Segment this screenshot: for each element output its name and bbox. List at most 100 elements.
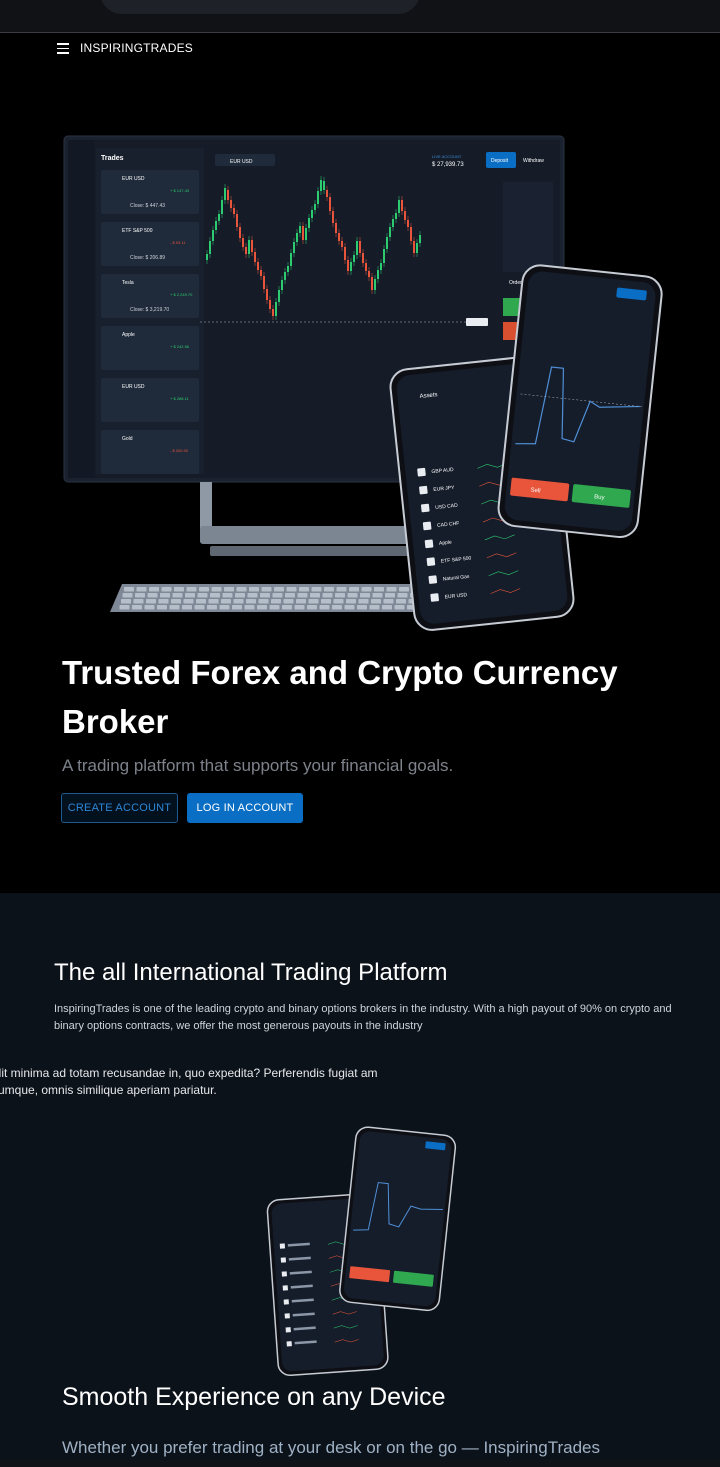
candle-body [245,247,247,254]
candle-body [281,280,283,290]
candle-body [320,180,322,191]
candle-body [269,300,271,309]
login-account-button[interactable]: LOG IN ACCOUNT [187,793,303,823]
candle-body [389,227,391,237]
candle-body [362,253,364,263]
candle-body [401,200,403,211]
candle-body [350,262,352,271]
bottom-bar [0,1460,720,1467]
candle-body [395,213,397,219]
candle-body [257,262,259,270]
candle-body [230,200,232,208]
candle-body [233,208,235,214]
candle-body [227,190,229,200]
lorem-text: elit minima ad totam recusandae in, quo … [0,1066,378,1097]
candle-body [365,263,367,271]
candle-body [209,241,211,254]
candle-body [248,240,250,254]
trade-name: EUR USD [122,176,145,182]
platform-section-title: The all International Trading Platform [54,959,448,986]
candle-body [296,233,298,242]
trade-close: Close: $ 3,219.70 [130,307,169,313]
pair-label: EUR USD [230,159,253,165]
candle-body [338,233,340,241]
candle-body [236,214,238,227]
candle-body [326,190,328,197]
address-pill[interactable] [100,0,420,14]
candle-body [374,279,376,290]
candle-body [332,211,334,223]
candle-body [419,235,421,243]
trade-close: Close: $ 447.43 [130,203,165,209]
trade-value: + $ 147.43 [170,188,190,193]
candle-body [317,191,319,204]
hero-devices-illustration: Trades EUR USD + $ 147.43 Close: $ 447.43 E… [63,135,663,631]
candle-body [410,227,412,241]
trade-value: + $ 288.11 [170,396,189,401]
candle-body [308,218,310,228]
candle-body [278,290,280,302]
candle-body [359,241,361,253]
platform-section: The all International Trading Platform I… [0,893,720,1467]
hamburger-menu-icon[interactable] [57,43,69,54]
deposit-label: Deposit [491,158,509,164]
trade-name: Gold [122,436,133,442]
candle-body [377,270,379,279]
candle-body [347,260,349,271]
order-label: Order [509,280,522,286]
candle-body [311,210,313,218]
phone-chart: Sell Buy [497,264,663,539]
buy-label: Buy [594,494,605,501]
candle-body [386,237,388,249]
candle-body [272,309,274,316]
phones-illustration [266,1126,457,1377]
candle-body [314,204,316,210]
device-section-title: Smooth Experience on any Device [62,1383,446,1411]
hero-title: Trusted Forex and Crypto Currency Broker [62,654,618,740]
trade-value: + $ 242.56 [170,344,190,349]
platform-section-text: InspiringTrades is one of the leading cr… [54,1003,672,1032]
keyboard [110,584,440,612]
candle-body [287,266,289,272]
candle-body [383,249,385,263]
hero-subtitle: A trading platform that supports your fi… [62,756,454,775]
candle-body [215,221,217,230]
brand-logo-text[interactable]: INSPIRINGTRADES [80,41,193,55]
trade-close: Close: $ 206.89 [130,255,165,261]
candle-body [392,219,394,227]
candle-body [344,247,346,260]
candle-body [263,276,265,289]
trade-name: Apple [122,332,135,338]
withdraw-label: Withdraw [523,158,544,164]
trade-value: + $ 2,249.70 [170,292,193,297]
candle-body [206,254,208,260]
balance-value: $ 27,939.73 [432,162,464,168]
candle-body [380,263,382,270]
candle-body [299,226,301,233]
candle-body [356,241,358,255]
candle-body [302,226,304,240]
candle-body [335,223,337,233]
create-account-button[interactable]: CREATE ACCOUNT [61,793,178,823]
candle-body [266,289,268,300]
candle-body [290,253,292,266]
trades-header: Trades [101,155,124,162]
candle-body [305,228,307,240]
candle-body [413,241,415,253]
trade-name: EUR USD [122,384,145,390]
candle-body [251,240,253,252]
trade-value: - $ 200.00 [170,448,189,453]
candle-body [398,200,400,213]
trade-name: ETF S&P 500 [122,228,153,234]
candle-body [242,238,244,247]
candle-body [323,181,325,190]
candle-body [293,242,295,253]
candle-body [260,270,262,276]
sell-label: Sell [530,488,541,495]
candle-body [284,272,286,280]
candle-body [254,252,256,262]
candle-body [239,227,241,238]
candle-body [329,197,331,211]
candle-body [404,211,406,220]
navbar: INSPIRINGTRADES [0,33,720,65]
